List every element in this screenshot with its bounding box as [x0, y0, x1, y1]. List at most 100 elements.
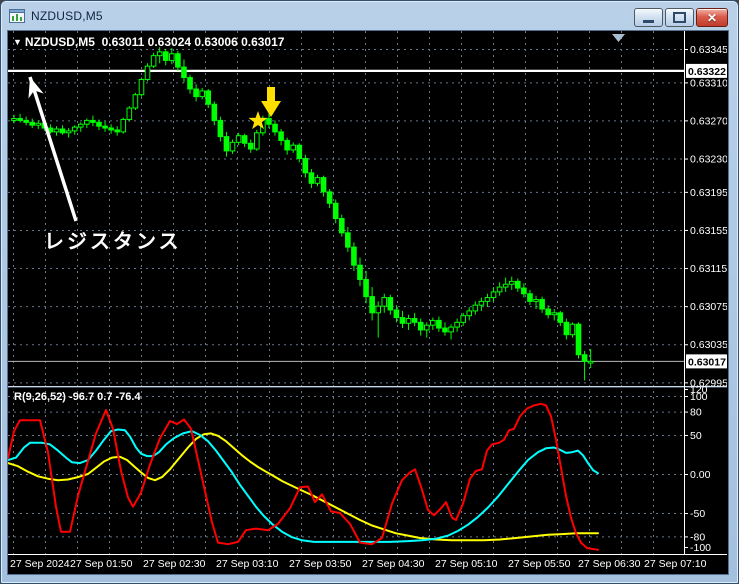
candle-body	[138, 78, 145, 96]
indicator-axis-label: 80	[690, 407, 702, 419]
candle-body	[466, 310, 473, 317]
close-button[interactable]: ✕	[696, 8, 728, 27]
candle-body	[539, 298, 545, 310]
candle-body	[65, 130, 72, 134]
candle-body	[496, 286, 503, 293]
candle-body	[502, 283, 509, 288]
candle-body	[581, 354, 588, 362]
time-axis-label: 27 Sep 05:10	[435, 558, 498, 570]
candle-body	[181, 66, 187, 79]
candle-body	[193, 88, 199, 98]
candle-body	[77, 123, 84, 128]
candle-body	[357, 264, 363, 280]
candle-body	[302, 158, 309, 174]
candle-body	[515, 280, 521, 289]
candle-body	[387, 297, 394, 311]
candle-body	[332, 202, 339, 220]
candle-body	[102, 125, 108, 129]
minimize-button[interactable]	[634, 8, 663, 27]
candle-body	[120, 118, 127, 133]
restore-icon	[673, 12, 686, 23]
close-icon: ✕	[706, 10, 718, 25]
candle-body	[363, 278, 369, 298]
candle-body	[71, 126, 78, 132]
candle-body	[266, 118, 272, 125]
candle-body	[272, 123, 278, 133]
candle-body	[405, 318, 412, 324]
candle-body	[90, 119, 96, 123]
time-axis-label: 27 Sep 2024	[10, 558, 70, 570]
price-tag-label: 0.63017	[688, 356, 726, 368]
chart-area[interactable]: 0.63345 0.63322 0.63310 0.63270 0.63230 0.631…	[7, 30, 729, 575]
candle-body	[144, 65, 151, 80]
candle-body	[217, 119, 224, 138]
candle-body	[132, 94, 139, 109]
candle-body	[411, 318, 418, 323]
price-axis-label: 0.63310	[690, 77, 727, 89]
candle-body	[175, 53, 181, 68]
chart-window-icon	[9, 8, 25, 24]
candle-body	[96, 121, 102, 127]
candle-body	[284, 139, 290, 151]
candle-body	[23, 119, 29, 123]
price-tag-label: 0.63322	[688, 66, 726, 78]
candle-body	[150, 55, 157, 67]
price-axis-label: 0.63075	[690, 301, 727, 313]
indicator-line-R9	[8, 402, 599, 551]
indicator-axis-label: 50	[690, 430, 702, 442]
candle-body	[235, 135, 242, 143]
candle-body	[278, 131, 284, 141]
candle-body	[35, 122, 42, 126]
candle-body	[114, 129, 120, 133]
candle-body	[393, 309, 400, 319]
chart-svg[interactable]: 0.63345 0.633220.63310 0.63270 0.63230 0.631…	[8, 31, 727, 571]
candle-body	[551, 312, 558, 316]
restore-button[interactable]	[665, 8, 694, 27]
candle-body	[187, 77, 193, 90]
candle-body	[478, 300, 485, 306]
candle-body	[84, 119, 90, 125]
candle-body	[417, 321, 424, 331]
candle-body	[126, 107, 133, 120]
candle-body	[169, 53, 175, 61]
candle-body	[11, 118, 17, 121]
window-title: NZDUSD,M5	[31, 8, 103, 23]
candle-body	[569, 323, 576, 336]
title-bar[interactable]: NZDUSD,M5 ✕	[1, 1, 738, 30]
candle-body	[326, 191, 333, 204]
candle-body	[369, 296, 375, 314]
shift-marker-triangle	[612, 34, 625, 42]
candle-body	[241, 135, 248, 144]
price-axis-label: 0.63195	[690, 187, 727, 199]
candle-body	[454, 321, 460, 328]
candle-body	[162, 51, 169, 61]
candle-body	[587, 360, 594, 364]
indicator-line-R26	[8, 428, 599, 543]
time-axis-label: 27 Sep 05:50	[508, 558, 571, 570]
candle-body	[381, 297, 388, 307]
candle-body	[563, 321, 570, 336]
candle-body	[247, 142, 254, 150]
candle-body	[460, 315, 466, 323]
price-axis-label: 0.63035	[690, 339, 727, 351]
candle-body	[29, 121, 36, 126]
candle-body	[448, 326, 454, 333]
indicator-axis-label: 100	[690, 391, 708, 403]
candle-body	[53, 128, 60, 133]
candle-body	[442, 327, 448, 333]
time-axis-label: 27 Sep 02:30	[143, 558, 206, 570]
price-axis-label: 0.63230	[690, 154, 727, 166]
indicator-axis-label: -50	[690, 508, 705, 520]
candle-body	[223, 136, 230, 152]
candle-body	[59, 128, 66, 134]
candle-body	[229, 141, 236, 152]
indicator-axis-label: 0.00	[690, 469, 711, 481]
candle-body	[521, 287, 527, 295]
candle-body	[320, 177, 327, 193]
candle-body	[375, 305, 381, 314]
price-axis-label: 0.63115	[690, 263, 727, 275]
candle-body	[199, 90, 205, 98]
candle-body	[545, 308, 551, 316]
candle-body	[575, 323, 582, 356]
candle-body	[108, 127, 114, 131]
